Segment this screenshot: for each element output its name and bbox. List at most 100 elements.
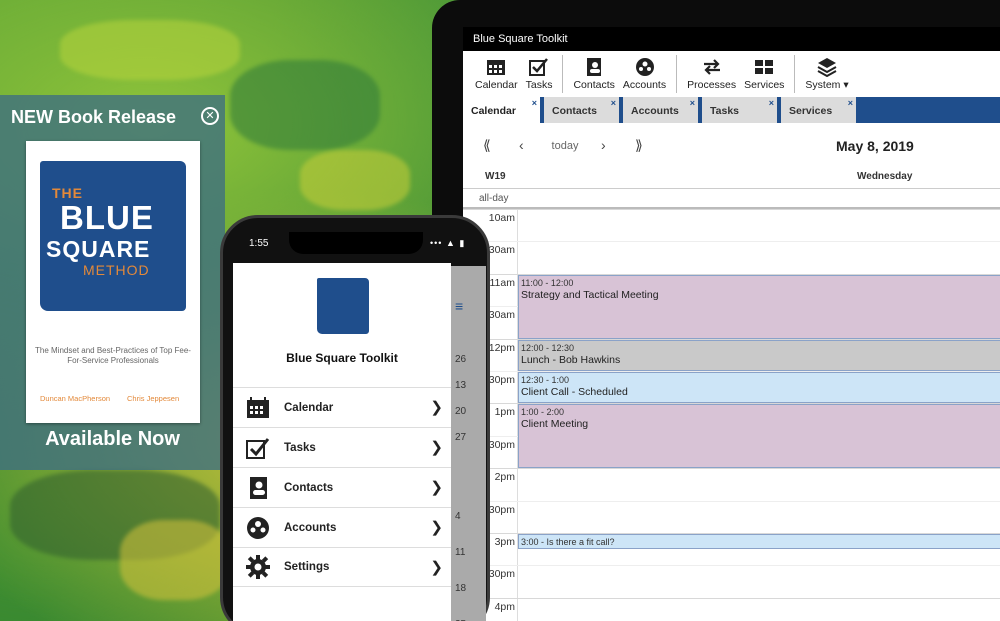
menu-item-settings[interactable]: Settings ❯ [233, 547, 451, 587]
toolbar-system-button[interactable]: System ▾ [801, 51, 852, 97]
calendar-event[interactable]: 1:00 - 2:00 Client Meeting [518, 404, 1000, 469]
all-day-label: all-day [479, 193, 509, 204]
book-title-method: METHOD [83, 262, 150, 278]
tab-tasks[interactable]: Tasks × [702, 97, 777, 123]
time-slot-label: 30pm [488, 374, 515, 386]
calendar-event[interactable]: 12:30 - 1:00 Client Call - Scheduled [518, 372, 1000, 404]
tab-label: Tasks [710, 105, 739, 117]
chevron-right-icon: ❯ [430, 439, 443, 456]
phone-clock: 1:55 [249, 238, 269, 249]
menu-item-label: Calendar [284, 401, 334, 414]
time-slot[interactable]: 30pm [463, 565, 1000, 597]
book-cover[interactable]: THE BLUE SQUARE METHOD The Mindset and B… [26, 141, 200, 423]
calendar-event[interactable]: 3:00 - Is there a fit call? [518, 534, 1000, 550]
paint-streak [60, 20, 240, 80]
time-slot-label: 30pm [488, 568, 515, 581]
phone-app-title: Blue Square Toolkit [286, 351, 398, 365]
toolbar-services-button[interactable]: Services [740, 51, 788, 97]
phone-status-icons: ••• ▲ ▮ [430, 238, 466, 248]
calendar-event[interactable]: 12:00 - 12:30 Lunch - Bob Hawkins [518, 339, 1000, 371]
book-promo-panel[interactable]: NEW Book Release ✕ THE BLUE SQUARE METHO… [0, 95, 225, 470]
contact-book-icon [245, 475, 271, 501]
tab-label: Calendar [471, 105, 516, 117]
book-title-blue: BLUE [60, 199, 154, 236]
menu-item-calendar[interactable]: Calendar ❯ [233, 387, 451, 427]
toolbar-system-label: System ▾ [805, 79, 849, 91]
chevron-right-icon: ❯ [430, 479, 443, 496]
tab-accounts[interactable]: Accounts × [623, 97, 698, 123]
event-time: 1:00 - 2:00 [521, 407, 565, 418]
all-day-row[interactable]: all-day [463, 189, 1000, 209]
promo-cta[interactable]: Available Now [0, 428, 225, 451]
tab-contacts[interactable]: Contacts × [544, 97, 619, 123]
book-subtitle: The Mindset and Best-Practices of Top Fe… [35, 346, 191, 365]
menu-item-tasks[interactable]: Tasks ❯ [233, 427, 451, 467]
close-tab-icon[interactable]: × [532, 98, 537, 108]
close-icon[interactable]: ✕ [201, 107, 219, 125]
check-box-icon [528, 57, 550, 77]
event-title: Lunch - Bob Hawkins [521, 353, 621, 366]
menu-item-contacts[interactable]: Contacts ❯ [233, 467, 451, 507]
next-year-button[interactable]: ⟫ [635, 137, 643, 154]
close-tab-icon[interactable]: × [611, 98, 616, 108]
grid-icon [753, 57, 775, 77]
close-tab-icon[interactable]: × [848, 98, 853, 108]
phone-notch [289, 232, 423, 254]
phone-frame: 1:55 ••• ▲ ▮ ≡ 261320274111825 Blue Squa… [220, 215, 490, 621]
phone-menu: Calendar ❯ Tasks ❯ Contacts ❯ Accounts ❯… [233, 387, 451, 587]
menu-item-label: Settings [284, 561, 330, 573]
toolbar-accounts-button[interactable]: Accounts [619, 51, 670, 97]
peek-date-number: 20 [455, 406, 467, 417]
calendar-event[interactable]: 11:00 - 12:00 Strategy and Tactical Meeti… [518, 274, 1000, 339]
chevron-right-icon: ❯ [430, 399, 443, 416]
accounts-icon [634, 57, 656, 77]
today-button[interactable]: today [543, 137, 587, 157]
next-button[interactable]: › [601, 137, 606, 153]
toolbar-calendar-button[interactable]: Calendar [471, 51, 522, 97]
event-time: 12:00 - 12:30 [521, 342, 575, 353]
chevron-right-icon: ❯ [430, 519, 443, 536]
close-tab-icon[interactable]: × [769, 98, 774, 108]
menu-item-label: Contacts [284, 481, 334, 494]
time-slot[interactable]: 30am [463, 241, 1000, 273]
book-author: Chris Jeppesen [127, 394, 180, 403]
toolbar-divider [794, 55, 796, 93]
tab-services[interactable]: Services × [781, 97, 856, 123]
tab-calendar[interactable]: Calendar × [463, 97, 540, 123]
prev-button[interactable]: ‹ [519, 137, 524, 153]
time-slot[interactable]: 4pm [463, 597, 1000, 621]
time-slot-label: 30am [488, 309, 515, 322]
peek-date-number: 27 [455, 432, 467, 443]
close-tab-icon[interactable]: × [690, 98, 695, 108]
toolbar-divider [562, 55, 564, 93]
time-slot-label: 30pm [488, 438, 515, 451]
toolbar-processes-button[interactable]: Processes [683, 51, 740, 97]
event-time: 3:00 - Is there a fit call? [521, 537, 615, 547]
event-title: Strategy and Tactical Meeting [521, 288, 659, 301]
hamburger-icon: ≡ [455, 298, 464, 314]
paint-streak [230, 60, 380, 150]
calendar-icon [485, 57, 507, 77]
tab-label: Contacts [552, 105, 597, 117]
toolbar-divider [676, 55, 678, 93]
peek-date-number: 11 [455, 547, 466, 558]
prev-year-button[interactable]: ⟪ [483, 137, 491, 154]
menu-item-label: Accounts [284, 521, 337, 534]
gear-icon [245, 554, 271, 580]
time-slot-label: 4pm [494, 600, 515, 613]
tab-label: Services [789, 105, 833, 117]
phone-screen: Blue Square Toolkit Calendar ❯ Tasks ❯ C… [233, 263, 451, 621]
time-slot[interactable]: 30pm [463, 500, 1000, 533]
desktop-app-window: Blue Square Toolkit Calendar Tasks Conta… [463, 27, 1000, 621]
time-slot[interactable]: 2pm [463, 468, 1000, 500]
day-column-header: W19 Wednesday [463, 165, 1000, 189]
menu-item-accounts[interactable]: Accounts ❯ [233, 507, 451, 547]
time-slot[interactable]: 10am [463, 209, 1000, 241]
toolbar-tasks-button[interactable]: Tasks [522, 51, 557, 97]
peek-date-number: 13 [455, 380, 467, 391]
paint-streak [120, 520, 230, 600]
toolbar-contacts-button[interactable]: Contacts [569, 51, 618, 97]
calendar-icon [245, 395, 271, 421]
peek-date-number: 4 [455, 511, 461, 522]
repeat-arrows-icon [701, 57, 723, 77]
